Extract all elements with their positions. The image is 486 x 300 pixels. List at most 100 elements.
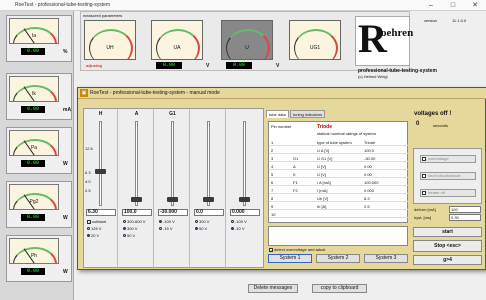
maximize-icon[interactable]: □ xyxy=(442,0,464,11)
table-row[interactable]: 6 F1 I A [mA] 100.000 xyxy=(269,179,409,186)
hyst-label: hyst. [ms] xyxy=(414,215,432,220)
slider-thumb[interactable] xyxy=(203,197,214,202)
slider-value[interactable]: 100.0 xyxy=(122,209,152,216)
table-row[interactable]: 10 xyxy=(269,211,409,218)
gauge-label: Ph xyxy=(30,253,38,259)
copyright-text: (c) Helmut Weigl xyxy=(358,74,388,79)
start-button[interactable]: start xyxy=(413,227,482,237)
radio-option[interactable]: 300-600 V xyxy=(123,219,145,224)
table-row[interactable]: 8 Uh [V] 6.3 xyxy=(269,195,409,202)
radio-option[interactable]: 300 V xyxy=(123,226,137,231)
delete-messages-button[interactable]: Delete messages xyxy=(248,284,298,293)
close-icon[interactable]: ✕ xyxy=(464,0,486,11)
pin-number: 5 xyxy=(271,172,274,177)
table-row[interactable]: 7 F2 I [mA] 0.000 xyxy=(269,187,409,194)
tube-data-grid: Pin number Triode statical nominal ratin… xyxy=(268,121,409,223)
param-name: type of tube system xyxy=(317,140,352,145)
slider-thumb[interactable] xyxy=(131,197,142,202)
system-1-button[interactable]: System 1 xyxy=(268,254,312,263)
slider-head: G1 xyxy=(169,111,176,117)
slider-thumb[interactable] xyxy=(95,169,106,174)
slider-value[interactable]: -30.000 xyxy=(158,209,188,216)
system-2-button[interactable]: System 2 xyxy=(316,254,360,263)
radio-option[interactable]: 20 V xyxy=(87,233,99,238)
table-row[interactable]: 5 K U [V] 0.00 xyxy=(269,171,409,178)
control-panel: voltages off ! 0 seconds overvoltage sho… xyxy=(413,108,483,268)
slider-value[interactable]: 0.0 xyxy=(194,209,224,216)
gauge-label: UA xyxy=(173,45,181,51)
tab-tuning-indicators[interactable]: tuning indicators xyxy=(290,110,326,118)
slider-track[interactable] xyxy=(135,121,138,206)
lcd-u: 0.00 xyxy=(226,62,252,69)
table-row[interactable]: 3 G1 U G1 [V] -30.00 xyxy=(269,155,409,162)
deform-input[interactable]: 100 xyxy=(449,206,481,213)
param-value: Triode xyxy=(364,140,376,145)
main-titlebar: RoeTest - professional-tube-testing-syst… xyxy=(0,0,486,11)
option-label: -10 V xyxy=(235,226,245,231)
pin-number: 10 xyxy=(271,212,276,217)
radio-option[interactable]: 125 V xyxy=(87,226,101,231)
param-name: U G1 [V] xyxy=(317,156,333,161)
param-value: 0.00 xyxy=(364,172,372,177)
main-window-title: RoeTest - professional-tube-testing-syst… xyxy=(15,2,111,8)
heater-off-button[interactable]: heater off xyxy=(420,189,476,197)
pin-label: F1 xyxy=(293,180,298,185)
system-type-header: Triode xyxy=(317,124,333,130)
softstart-checkbox[interactable]: ✓softstart xyxy=(87,219,106,224)
slider-value[interactable]: 6.30 xyxy=(86,209,116,216)
app-icon: ▣ xyxy=(80,89,88,97)
lcd-ia: 0.00 xyxy=(21,48,45,55)
slider-track[interactable] xyxy=(99,121,102,206)
button-label: heater off xyxy=(428,190,445,195)
gauge-ik: Ik xyxy=(9,76,59,102)
pin-label: K xyxy=(293,172,296,177)
slider-track[interactable] xyxy=(171,121,174,206)
pin-number: 6 xyxy=(271,180,274,185)
radio-option[interactable]: -10 V xyxy=(231,226,245,231)
table-row[interactable]: 2 U A [V] 100.0 xyxy=(269,147,409,154)
table-row[interactable]: 4 A U [V] 0.00 xyxy=(269,163,409,170)
param-value: 100.000 xyxy=(364,180,379,185)
hyst-input[interactable]: 0.30 xyxy=(449,214,481,221)
slider-thumb[interactable] xyxy=(239,197,250,202)
slider-column-g3: 0.000 -100 V -10 V xyxy=(228,109,262,269)
slider-thumb[interactable] xyxy=(167,197,178,202)
option-label: softstart xyxy=(92,219,107,224)
table-row[interactable]: 1 type of tube system Triode xyxy=(269,139,409,146)
pin-number: 9 xyxy=(271,204,274,209)
table-row[interactable]: 9 Ih [A] 2.5 xyxy=(269,203,409,210)
radio-option[interactable]: 300 V xyxy=(195,219,209,224)
system-subheader: statical nominal ratings of system xyxy=(317,131,376,136)
pin-label: A xyxy=(293,164,296,169)
copy-clipboard-button[interactable]: copy to clipboard xyxy=(312,284,367,293)
minimize-icon[interactable]: – xyxy=(420,0,442,11)
param-name: U A [V] xyxy=(317,148,330,153)
short-circuit-button[interactable]: short circuit/anode xyxy=(420,172,476,180)
deform-label: deform [mA] xyxy=(414,207,436,212)
slider-column-a: A 100.0 300-600 V 300 V 50 V xyxy=(120,109,154,269)
option-label: 300 V xyxy=(199,219,210,224)
g4-button[interactable]: g>4 xyxy=(413,255,482,265)
detect-overvoltage-checkbox[interactable]: ✓detect overvoltage and adust xyxy=(269,247,325,252)
notes-memo[interactable] xyxy=(268,226,408,246)
slider-track[interactable] xyxy=(207,121,210,206)
slider-track[interactable] xyxy=(243,121,246,206)
radio-option[interactable]: -100 V xyxy=(159,219,175,224)
radio-option[interactable]: -15 V xyxy=(159,226,173,231)
slider-value[interactable]: 0.000 xyxy=(230,209,260,216)
slider-head: A xyxy=(134,111,139,117)
radio-option[interactable]: -100 V xyxy=(231,219,247,224)
pin-number: 1 xyxy=(271,140,274,145)
stop-button[interactable]: Stop <esc> xyxy=(413,240,482,252)
radio-option[interactable]: 50 V xyxy=(195,226,207,231)
system-3-button[interactable]: System 3 xyxy=(364,254,408,263)
gauge-label: Ia xyxy=(31,33,37,39)
option-label: 20 V xyxy=(91,233,100,238)
gauge-u: U xyxy=(221,20,273,60)
slider-column-g1: G1 -30.000 -100 V -15 V xyxy=(156,109,190,269)
gauge-ug1: UG1 xyxy=(289,20,341,60)
radio-option[interactable]: 50 V xyxy=(123,233,135,238)
overvoltage-button[interactable]: overvoltage xyxy=(420,155,476,163)
option-label: 50 V xyxy=(127,233,136,238)
tab-tube-data[interactable]: tube data xyxy=(266,110,289,118)
